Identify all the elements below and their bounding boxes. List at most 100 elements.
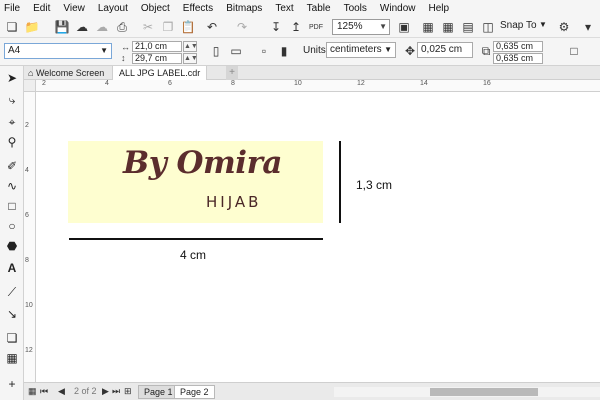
tab-document-label: ALL JPG LABEL.cdr: [119, 68, 201, 78]
redo-icon[interactable]: ↷: [234, 19, 250, 35]
page-tab-1[interactable]: Page 1: [138, 385, 179, 399]
scrollbar-thumb[interactable]: [430, 388, 538, 396]
horizontal-scrollbar[interactable]: [334, 387, 600, 397]
text-tool-icon[interactable]: A: [4, 260, 20, 276]
duplicate-x-field[interactable]: 0,635 cm: [493, 41, 543, 52]
first-page-icon[interactable]: ⏮: [40, 386, 48, 397]
ruler-tick-label: 4: [105, 80, 109, 87]
cloud-icon[interactable]: ☁: [74, 19, 90, 35]
page-options-icon[interactable]: ▦: [28, 386, 37, 397]
last-page-icon[interactable]: ⏭: [112, 386, 120, 397]
ruler-tick-label: 8: [231, 80, 235, 87]
crop-tool-icon[interactable]: ⌖: [4, 114, 20, 130]
brand-subtitle-text[interactable]: HIJAB: [206, 193, 261, 211]
menu-object[interactable]: Object: [141, 3, 170, 14]
grid-icon[interactable]: ▦: [440, 19, 456, 35]
freehand-tool-icon[interactable]: ✐: [4, 158, 20, 174]
snap-to-dropdown[interactable]: Snap To: [500, 20, 537, 31]
artistic-media-icon[interactable]: ∿: [4, 178, 20, 194]
width-dimension-label[interactable]: 4 cm: [180, 248, 206, 262]
menu-file[interactable]: File: [4, 3, 20, 14]
previous-page-icon[interactable]: ◀: [58, 386, 65, 397]
rectangle-tool-icon[interactable]: □: [4, 198, 20, 214]
vertical-ruler[interactable]: 2 4 6 8 10 12: [24, 92, 36, 382]
portrait-icon[interactable]: ▯: [208, 43, 224, 59]
menu-bitmaps[interactable]: Bitmaps: [226, 3, 262, 14]
tab-welcome-screen[interactable]: ⌂ Welcome Screen: [24, 66, 110, 80]
width-dimension-line[interactable]: [69, 238, 323, 240]
transparency-icon[interactable]: ▦: [4, 350, 20, 366]
menu-help[interactable]: Help: [429, 3, 450, 14]
page-height-field[interactable]: 29,7 cm: [132, 53, 182, 64]
zoom-tool-icon[interactable]: ⚲: [4, 134, 20, 150]
connector-tool-icon[interactable]: ↘: [4, 306, 20, 322]
menu-window[interactable]: Window: [380, 3, 416, 14]
menu-layout[interactable]: Layout: [98, 3, 128, 14]
brand-script-text[interactable]: By Omira: [123, 145, 283, 181]
snap-icon[interactable]: ◫: [480, 19, 496, 35]
pdf-icon[interactable]: PDF: [308, 19, 324, 35]
page-tab-2[interactable]: Page 2: [174, 385, 215, 399]
height-dimension-line[interactable]: [339, 141, 341, 223]
cut-icon[interactable]: ✂: [140, 19, 156, 35]
page-width-field[interactable]: 21,0 cm: [132, 41, 182, 52]
import-icon[interactable]: ↧: [268, 19, 284, 35]
copy-icon[interactable]: ❐: [160, 19, 176, 35]
all-pages-icon[interactable]: ▫: [256, 43, 272, 59]
ruler-origin[interactable]: [24, 80, 36, 92]
polygon-tool-icon[interactable]: ⬣: [4, 238, 20, 254]
new-document-icon[interactable]: ❏: [4, 19, 20, 35]
drawing-canvas[interactable]: By Omira HIJAB 4 cm 1,3 cm: [36, 92, 600, 382]
guidelines-icon[interactable]: ▤: [460, 19, 476, 35]
pick-tool-icon[interactable]: ➤: [4, 70, 20, 86]
settings-gear-icon[interactable]: ⚙: [556, 19, 572, 35]
tab-document[interactable]: ALL JPG LABEL.cdr: [112, 66, 208, 80]
add-tool-icon[interactable]: +: [4, 376, 20, 392]
add-page-icon[interactable]: ⊞: [124, 386, 132, 397]
menu-edit[interactable]: Edit: [33, 3, 50, 14]
ruler-tick-label: 10: [25, 302, 33, 309]
menu-text[interactable]: Text: [275, 3, 293, 14]
nudge-distance-field[interactable]: 0,025 cm: [417, 42, 473, 58]
open-folder-icon[interactable]: 📁: [24, 19, 40, 35]
undo-icon[interactable]: ↶: [204, 19, 220, 35]
ruler-tick-label: 8: [25, 257, 29, 264]
zoom-value: 125%: [337, 21, 363, 32]
save-icon[interactable]: 💾: [54, 19, 70, 35]
height-dimension-label[interactable]: 1,3 cm: [356, 178, 392, 192]
height-icon: ↕: [121, 53, 126, 63]
page-navigator: ▦ ⏮ ◀ 2 of 2 ▶ ⏭ ⊞ Page 1 Page 2: [24, 382, 600, 400]
page-size-select[interactable]: A4 ▼: [4, 43, 112, 59]
rulers-icon[interactable]: ▦: [420, 19, 436, 35]
menu-table[interactable]: Table: [307, 3, 331, 14]
export-icon[interactable]: ↥: [288, 19, 304, 35]
document-tabs: ⌂ Welcome Screen ALL JPG LABEL.cdr +: [24, 66, 600, 80]
parallel-dimension-icon[interactable]: ⟋: [4, 284, 20, 300]
chevron-down-icon: ▼: [384, 45, 392, 54]
current-page-icon[interactable]: ▮: [276, 43, 292, 59]
menu-effects[interactable]: Effects: [183, 3, 213, 14]
print-icon[interactable]: ⎙: [114, 19, 130, 35]
launch-icon[interactable]: ▾: [580, 19, 596, 35]
paste-icon[interactable]: 📋: [180, 19, 196, 35]
new-tab-button[interactable]: +: [226, 66, 238, 80]
chevron-down-icon: ▼: [379, 22, 387, 31]
drop-shadow-icon[interactable]: ❏: [4, 330, 20, 346]
ellipse-tool-icon[interactable]: ○: [4, 218, 20, 234]
landscape-icon[interactable]: ▭: [228, 43, 244, 59]
horizontal-ruler[interactable]: 2 4 6 8 10 12 14 16: [36, 80, 600, 92]
zoom-select[interactable]: 125% ▼: [332, 19, 390, 35]
ruler-tick-label: 12: [357, 80, 365, 87]
menu-view[interactable]: View: [63, 3, 85, 14]
width-spinner[interactable]: ▲▼: [183, 41, 198, 52]
shape-tool-icon[interactable]: ⤷: [4, 92, 20, 108]
units-select[interactable]: centimeters ▼: [326, 42, 396, 58]
height-spinner[interactable]: ▲▼: [183, 53, 198, 64]
full-screen-icon[interactable]: ▣: [396, 19, 412, 35]
page-frame-icon[interactable]: □: [566, 43, 582, 59]
toolbox: ➤ ⤷ ⌖ ⚲ ✐ ∿ □ ○ ⬣ A ⟋ ↘ ❏ ▦ +: [0, 66, 24, 400]
menu-tools[interactable]: Tools: [344, 3, 367, 14]
next-page-icon[interactable]: ▶: [102, 386, 109, 397]
upload-cloud-icon[interactable]: ☁: [94, 19, 110, 35]
duplicate-y-field[interactable]: 0,635 cm: [493, 53, 543, 64]
